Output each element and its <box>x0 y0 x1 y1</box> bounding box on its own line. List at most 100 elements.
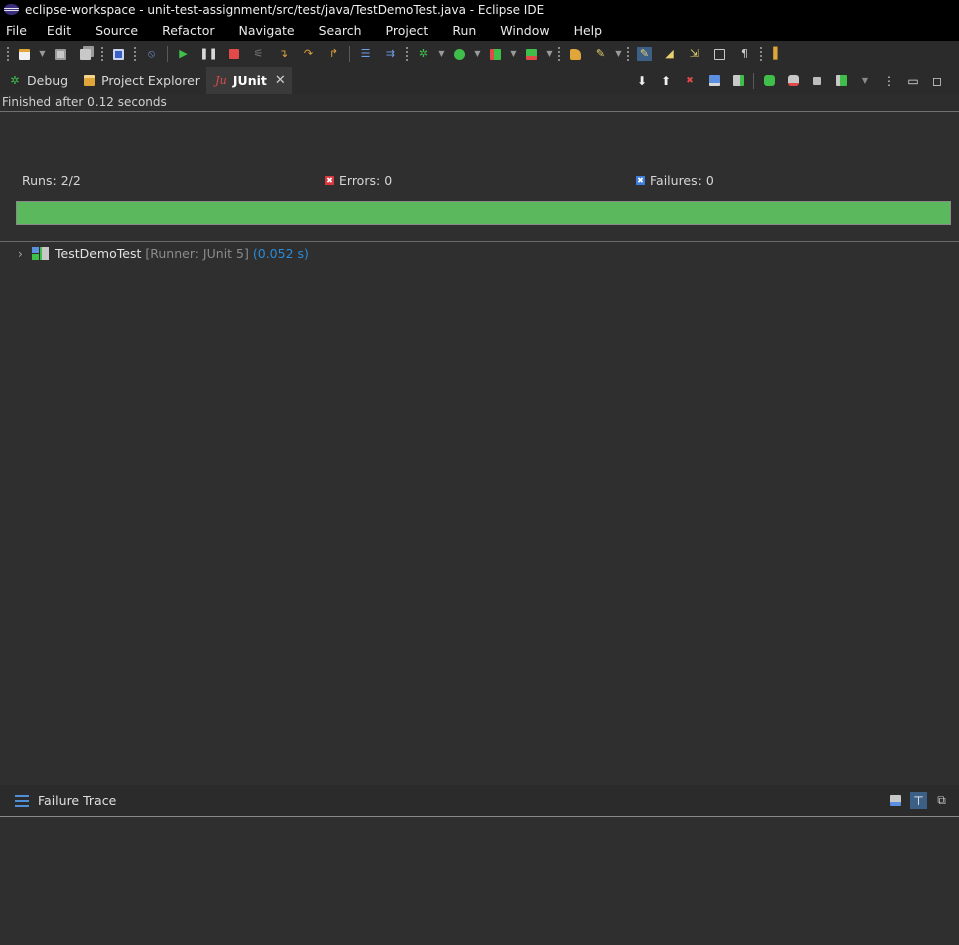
tab-debug[interactable]: ✲ Debug <box>0 67 74 94</box>
menu-refactor[interactable]: Refactor <box>162 23 214 38</box>
step-into-icon[interactable]: ↴ <box>276 47 291 61</box>
failure-trace-toolbar: ⊤ ⧉ <box>884 792 959 809</box>
minimize-icon[interactable]: ▭ <box>906 74 920 88</box>
toolbar-grip[interactable] <box>7 47 9 61</box>
menu-navigate[interactable]: Navigate <box>239 23 295 38</box>
step-return-icon[interactable]: ↱ <box>326 47 341 61</box>
tree-item[interactable]: › TestDemoTest [Runner: JUnit 5] (0.052 … <box>18 246 309 261</box>
toolbar-grip[interactable] <box>558 47 560 61</box>
rerun-test-icon[interactable] <box>762 74 776 88</box>
save-all-icon[interactable] <box>78 47 93 61</box>
copy-trace-icon[interactable]: ⧉ <box>933 792 950 809</box>
errors-value: 0 <box>384 173 393 188</box>
toolbar-separator <box>167 46 168 62</box>
project-explorer-icon <box>82 74 96 88</box>
junit-icon: Ju <box>215 74 227 87</box>
failures-label: Failures: <box>650 173 702 188</box>
block-selection-icon[interactable] <box>712 47 727 61</box>
chevron-down-icon[interactable]: ▼ <box>615 47 622 61</box>
junit-counter-panel: Runs: 2/2 ✖ Errors: 0 ✖ Failures: 0 <box>0 112 959 242</box>
scroll-lock-icon[interactable] <box>707 74 721 88</box>
maximize-icon[interactable]: ◻ <box>930 74 944 88</box>
failure-icon: ✖ <box>636 176 645 185</box>
external-tools-icon[interactable] <box>524 47 539 61</box>
failure-trace-content <box>0 818 959 945</box>
menu-search[interactable]: Search <box>319 23 362 38</box>
test-class-name: TestDemoTest <box>55 246 142 261</box>
chevron-down-icon[interactable]: ▼ <box>438 47 445 61</box>
errors-counter: ✖ Errors: 0 <box>325 173 392 188</box>
save-icon[interactable] <box>53 47 68 61</box>
disconnect-icon[interactable]: ⚟ <box>251 47 266 61</box>
runs-value: 2/2 <box>60 173 81 188</box>
coverage-icon[interactable] <box>488 47 503 61</box>
skip-breakpoints-icon[interactable]: ⦸ <box>144 47 159 61</box>
chevron-down-icon[interactable]: ▼ <box>39 47 46 61</box>
test-runner-label: [Runner: JUnit 5] <box>145 246 249 261</box>
error-icon: ✖ <box>325 176 334 185</box>
menu-bar: File Edit Source Refactor Navigate Searc… <box>0 19 959 41</box>
search-icon[interactable]: ✎ <box>593 47 608 61</box>
toolbar-grip[interactable] <box>627 47 629 61</box>
failures-value: 0 <box>705 173 714 188</box>
close-icon[interactable]: ✕ <box>275 73 286 88</box>
chevron-down-icon[interactable]: ▼ <box>510 47 517 61</box>
view-tab-bar: ✲ Debug Project Explorer Ju JUnit ✕ ⬇ ⬆ … <box>0 67 959 94</box>
resume-icon[interactable]: ▶ <box>176 47 191 61</box>
toolbar-separator <box>753 72 754 89</box>
stop-icon[interactable] <box>810 74 824 88</box>
tab-debug-label: Debug <box>27 73 69 88</box>
show-failures-only-icon[interactable]: ✖ <box>683 74 697 88</box>
toolbar-grip[interactable] <box>101 47 103 61</box>
chevron-down-icon[interactable]: ▼ <box>474 47 481 61</box>
test-progress-fill <box>17 202 950 224</box>
errors-label: Errors: <box>339 173 381 188</box>
toolbar-grip[interactable] <box>134 47 136 61</box>
next-annotation-icon[interactable]: ⇲ <box>687 47 702 61</box>
drop-to-frame-icon[interactable]: ☰ <box>358 47 373 61</box>
stack-trace-icon <box>15 794 29 807</box>
terminate-icon[interactable] <box>226 47 241 61</box>
debug-icon[interactable]: ✲ <box>416 47 431 61</box>
compare-results-icon[interactable] <box>887 792 904 809</box>
runs-counter: Runs: 2/2 <box>22 173 81 188</box>
runs-label: Runs: <box>22 173 57 188</box>
menu-project[interactable]: Project <box>386 23 429 38</box>
test-run-history-icon[interactable] <box>834 74 848 88</box>
menu-window[interactable]: Window <box>500 23 549 38</box>
terminal-icon[interactable] <box>111 47 126 61</box>
view-menu-icon[interactable]: ⋮ <box>882 74 896 88</box>
test-suite-passed-icon <box>32 246 49 261</box>
debug-bug-icon: ✲ <box>10 74 20 87</box>
menu-edit[interactable]: Edit <box>47 23 71 38</box>
test-tree: › TestDemoTest [Runner: JUnit 5] (0.052 … <box>0 243 959 785</box>
next-failure-icon[interactable]: ⬇ <box>635 74 649 88</box>
window-title-bar: eclipse-workspace - unit-test-assignment… <box>0 0 959 19</box>
filter-stack-trace-icon[interactable]: ⊤ <box>910 792 927 809</box>
menu-run[interactable]: Run <box>452 23 476 38</box>
tab-junit[interactable]: Ju JUnit ✕ <box>205 67 292 94</box>
previous-failure-icon[interactable]: ⬆ <box>659 74 673 88</box>
chevron-right-icon[interactable]: › <box>18 247 26 261</box>
rerun-failures-first-icon[interactable] <box>786 74 800 88</box>
menu-source[interactable]: Source <box>95 23 138 38</box>
tab-project-explorer[interactable]: Project Explorer <box>74 67 206 94</box>
toolbar-grip[interactable] <box>760 47 762 61</box>
eclipse-logo-icon <box>4 4 19 15</box>
chevron-down-icon[interactable]: ▼ <box>546 47 553 61</box>
use-step-filters-icon[interactable]: ⇉ <box>383 47 398 61</box>
menu-file[interactable]: File <box>6 23 27 38</box>
menu-help[interactable]: Help <box>574 23 603 38</box>
open-type-icon[interactable] <box>568 47 583 61</box>
show-whitespace-icon[interactable]: ¶ <box>737 47 752 61</box>
mark-occurrences-icon[interactable]: ✎ <box>637 47 652 61</box>
new-icon[interactable] <box>17 47 32 61</box>
suspend-icon[interactable]: ❚❚ <box>199 47 217 61</box>
highlight-icon[interactable]: ◢ <box>662 47 677 61</box>
chevron-down-icon[interactable]: ▼ <box>858 74 872 88</box>
overflow-icon[interactable]: ▌ <box>770 47 785 61</box>
toolbar-grip[interactable] <box>406 47 408 61</box>
step-over-icon[interactable]: ↷ <box>301 47 316 61</box>
show-skipped-only-icon[interactable] <box>731 74 745 88</box>
run-icon[interactable] <box>452 47 467 61</box>
